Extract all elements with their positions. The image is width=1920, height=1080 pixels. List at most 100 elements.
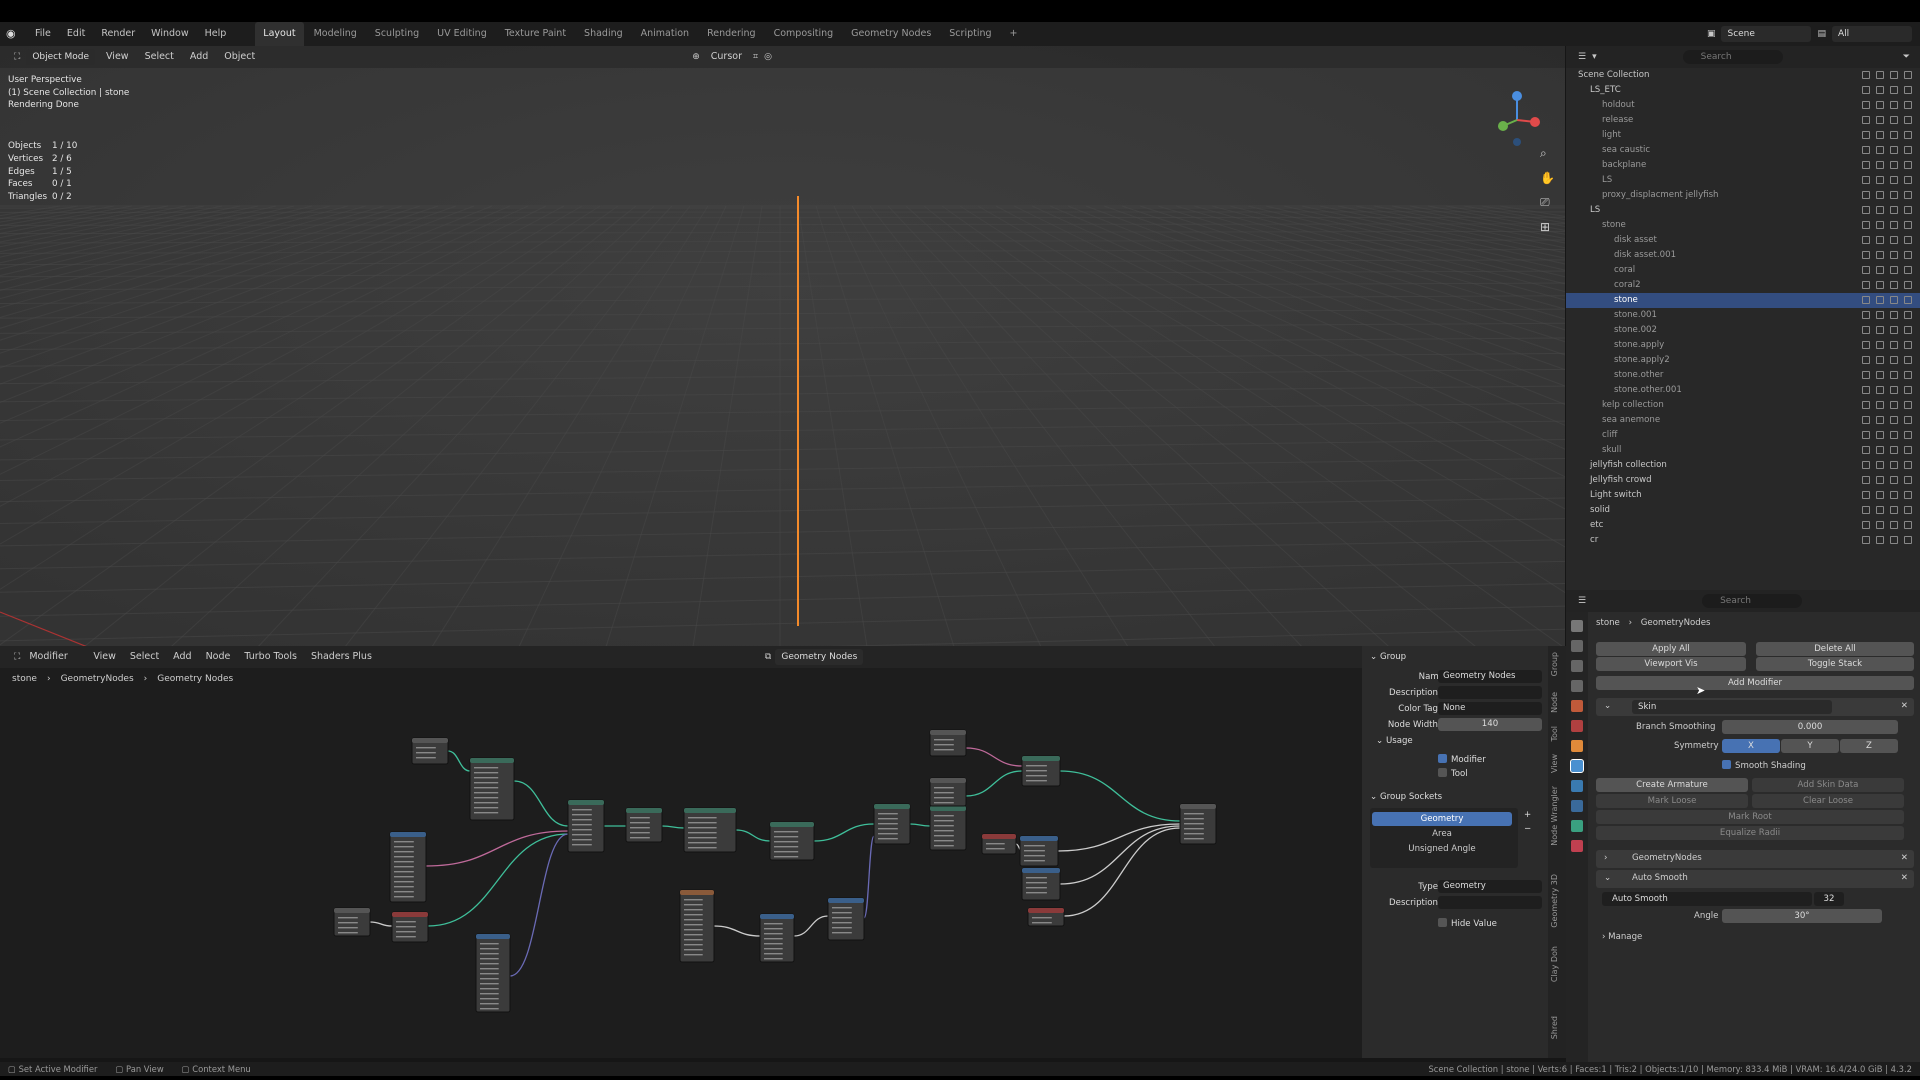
eye-icon[interactable] [1890, 416, 1898, 424]
render-icon[interactable] [1904, 431, 1912, 439]
properties-editor-icon[interactable]: ☰ [1578, 596, 1586, 606]
material-tab-icon[interactable] [1571, 840, 1583, 852]
visibility-toggles[interactable] [1862, 536, 1912, 544]
node-header[interactable] [626, 808, 662, 813]
select-icon[interactable] [1876, 341, 1884, 349]
apply-all-button[interactable]: Apply All [1596, 642, 1746, 656]
proportional-edit-icon[interactable]: ◎ [764, 52, 772, 62]
node-header[interactable] [982, 834, 1016, 839]
visibility-toggles[interactable] [1862, 311, 1912, 319]
select-icon[interactable] [1876, 131, 1884, 139]
render-icon[interactable] [1904, 536, 1912, 544]
usage-section[interactable]: ⌄ Usage [1376, 736, 1413, 746]
menu-edit[interactable]: Edit [60, 22, 92, 46]
exclude-checkbox-icon[interactable] [1862, 206, 1870, 214]
outliner-item[interactable]: disk asset [1566, 233, 1920, 248]
tool-tab-icon[interactable] [1571, 620, 1583, 632]
node-header[interactable] [1022, 756, 1060, 761]
symmetry-x-toggle[interactable]: X [1722, 739, 1780, 753]
render-icon[interactable] [1904, 386, 1912, 394]
select-icon[interactable] [1876, 281, 1884, 289]
exclude-checkbox-icon[interactable] [1862, 431, 1870, 439]
render-icon[interactable] [1904, 236, 1912, 244]
remove-socket-icon[interactable]: − [1524, 824, 1531, 834]
tab-geometry-3d[interactable]: Geometry 3D [1550, 874, 1559, 928]
node-header[interactable] [760, 914, 794, 919]
outliner-item[interactable]: Jellyfish crowd [1566, 473, 1920, 488]
outliner-item[interactable]: coral [1566, 263, 1920, 278]
node-header[interactable] [874, 804, 910, 809]
visibility-toggles[interactable] [1862, 71, 1912, 79]
visibility-toggles[interactable] [1862, 236, 1912, 244]
node-header[interactable] [392, 912, 428, 917]
node-header[interactable] [930, 730, 966, 735]
outliner-item[interactable]: backplane [1566, 158, 1920, 173]
eye-icon[interactable] [1890, 206, 1898, 214]
node-box[interactable] [827, 897, 865, 941]
tab-layout[interactable]: Layout [255, 22, 304, 46]
mark-root-button[interactable]: Mark Root [1596, 810, 1904, 824]
render-icon[interactable] [1904, 251, 1912, 259]
exclude-checkbox-icon[interactable] [1862, 341, 1870, 349]
outliner-item[interactable]: stone.002 [1566, 323, 1920, 338]
render-icon[interactable] [1904, 161, 1912, 169]
outliner-item[interactable]: stone.apply [1566, 338, 1920, 353]
visibility-toggles[interactable] [1862, 416, 1912, 424]
exclude-checkbox-icon[interactable] [1862, 536, 1870, 544]
visibility-toggles[interactable] [1862, 431, 1912, 439]
outliner-item[interactable]: Scene Collection [1566, 68, 1920, 83]
tab-animation[interactable]: Animation [633, 22, 697, 46]
render-icon[interactable] [1904, 476, 1912, 484]
select-icon[interactable] [1876, 206, 1884, 214]
render-icon[interactable] [1904, 176, 1912, 184]
scene-field[interactable]: Scene [1721, 26, 1812, 42]
geonodes-name[interactable]: GeometryNodes [1632, 853, 1702, 863]
smooth-shading-checkbox[interactable]: Smooth Shading [1722, 760, 1806, 771]
render-icon[interactable] [1904, 311, 1912, 319]
eye-icon[interactable] [1890, 116, 1898, 124]
tab-compositing[interactable]: Compositing [766, 22, 842, 46]
object-tab-icon[interactable] [1571, 740, 1583, 752]
node-group-selector[interactable]: Auto Smooth [1602, 892, 1812, 906]
select-icon[interactable] [1876, 356, 1884, 364]
select-icon[interactable] [1876, 251, 1884, 259]
pan-hand-icon[interactable]: ✋ [1540, 171, 1555, 185]
world-tab-icon[interactable] [1571, 720, 1583, 732]
auto-smooth-modifier-header[interactable]: ⌄ Auto Smooth ✕ [1596, 870, 1914, 888]
eye-icon[interactable] [1890, 371, 1898, 379]
menu-file[interactable]: File [28, 22, 58, 46]
eye-icon[interactable] [1890, 71, 1898, 79]
visibility-toggles[interactable] [1862, 356, 1912, 364]
outliner[interactable]: ☰ ▾ Search ⏷ Scene Collection LS_ETC holdo… [1566, 46, 1920, 590]
outliner-item[interactable]: release [1566, 113, 1920, 128]
render-icon[interactable] [1904, 341, 1912, 349]
description-field[interactable] [1438, 686, 1542, 699]
menu-object[interactable]: Object [219, 49, 260, 65]
eye-icon[interactable] [1890, 161, 1898, 169]
geometry-nodes-modifier-header[interactable]: › GeometryNodes ✕ [1596, 850, 1914, 868]
outliner-item[interactable]: coral2 [1566, 278, 1920, 293]
node-header[interactable] [470, 758, 514, 763]
visibility-toggles[interactable] [1862, 161, 1912, 169]
exclude-checkbox-icon[interactable] [1862, 281, 1870, 289]
eye-icon[interactable] [1890, 386, 1898, 394]
physics-tab-icon[interactable] [1571, 800, 1583, 812]
modifier-tab-icon[interactable] [1570, 759, 1584, 773]
outliner-item[interactable]: cr [1566, 533, 1920, 548]
node-box[interactable] [679, 889, 715, 963]
data-tab-icon[interactable] [1571, 820, 1583, 832]
3d-viewport[interactable]: ⛶ Object Mode View Select Add Object ⊕ C… [0, 46, 1565, 646]
blender-logo-icon[interactable]: ◉ [6, 28, 18, 40]
render-icon[interactable] [1904, 506, 1912, 514]
hide-value-checkbox[interactable]: Hide Value [1438, 918, 1497, 929]
exclude-checkbox-icon[interactable] [1862, 116, 1870, 124]
eye-icon[interactable] [1890, 86, 1898, 94]
select-icon[interactable] [1876, 71, 1884, 79]
skin-name-field[interactable]: Skin [1632, 700, 1832, 714]
symmetry-y-toggle[interactable]: Y [1781, 739, 1839, 753]
exclude-checkbox-icon[interactable] [1862, 401, 1870, 409]
visibility-toggles[interactable] [1862, 341, 1912, 349]
outliner-item[interactable]: kelp collection [1566, 398, 1920, 413]
render-icon[interactable] [1904, 521, 1912, 529]
menu-add[interactable]: Add [185, 49, 213, 65]
